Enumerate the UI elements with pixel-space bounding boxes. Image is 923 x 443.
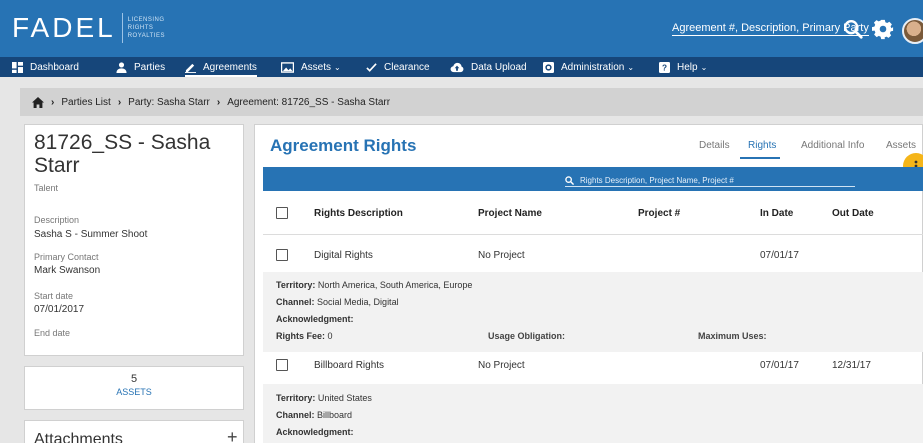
fadel-logo[interactable]: FADEL LICENSING RIGHTS ROYALTIES [12,12,165,44]
nav-administration[interactable]: Administration ⌄ [543,57,634,77]
chevron-down-icon: ⌄ [334,62,341,72]
acknowledgment-line: Acknowledgment: [276,314,354,324]
col-out-date[interactable]: Out Date [832,208,874,219]
active-tab-indicator [740,157,780,159]
page-title: 81726_SS - Sasha Starr [34,131,211,177]
table-cell-in-date: 07/01/17 [760,360,799,371]
search-icon[interactable] [842,18,864,40]
col-project-number[interactable]: Project # [638,208,680,219]
main-nav: Dashboard Parties Agreements Assets ⌄ Cl… [0,57,923,77]
start-date-label: Start date [34,291,74,301]
logo-tagline: LICENSING RIGHTS ROYALTIES [127,17,165,39]
header-search-input[interactable]: Agreement #, Description, Primary Party [672,22,869,36]
nav-dashboard[interactable]: Dashboard [12,57,79,77]
tab-additional-info[interactable]: Additional Info [801,140,864,151]
chevron-down-icon: ⌄ [700,62,708,72]
description-label: Description [34,215,80,225]
channel-line: Channel: Social Media, Digital [276,297,399,307]
nav-clearance-label: Clearance [384,61,430,73]
nav-agreements[interactable]: Agreements [185,57,257,77]
nav-dashboard-label: Dashboard [30,61,79,73]
add-attachment-button[interactable]: + [227,427,238,443]
person-icon [116,61,127,73]
user-avatar[interactable] [902,18,923,44]
nav-help-label: Help [677,61,698,73]
maximum-uses-label: Maximum Uses: [698,331,767,341]
contact-label: Primary Contact [34,252,99,262]
description-value: Sasha S - Summer Shoot [34,229,148,240]
home-icon[interactable] [32,96,44,108]
table-cell-project: No Project [478,250,525,261]
rights-search-placeholder: Rights Description, Project Name, Projec… [580,175,734,185]
acknowledgment-line: Acknowledgment: [276,427,354,437]
gear-icon[interactable] [872,18,894,40]
select-all-checkbox[interactable] [276,207,288,219]
admin-gear-icon [543,61,554,73]
start-date-value: 07/01/2017 [34,304,85,315]
svg-text:?: ? [662,63,667,72]
rights-title: Agreement Rights [270,136,417,155]
logo-wordmark: FADEL [12,12,116,43]
nav-assets-label: Assets [301,61,332,73]
col-project-name[interactable]: Project Name [478,208,542,219]
nav-clearance[interactable]: Clearance [366,57,430,77]
table-cell-description[interactable]: Digital Rights [314,250,373,261]
tab-details[interactable]: Details [699,140,730,151]
usage-obligation-label: Usage Obligation: [488,331,566,341]
col-rights-description[interactable]: Rights Description [314,208,403,219]
row-checkbox[interactable] [276,249,288,261]
territory-line: Territory: North America, South America,… [276,280,473,290]
dashboard-icon [12,61,23,73]
top-header: FADEL LICENSING RIGHTS ROYALTIES Agreeme… [0,0,923,57]
pen-icon [185,63,196,73]
territory-line: Territory: United States [276,393,372,403]
breadcrumb-separator: › [216,96,221,108]
breadcrumb-parties-list[interactable]: Parties List [61,97,110,108]
table-cell-out-date: 12/31/17 [832,360,871,371]
breadcrumb: › Parties List › Party: Sasha Starr › Ag… [20,88,923,116]
breadcrumb-agreement: Agreement: 81726_SS - Sasha Starr [227,96,391,108]
rights-fee-line: Rights Fee: 0 [276,331,333,341]
nav-administration-label: Administration [561,61,625,73]
contact-value: Mark Swanson [34,265,101,276]
table-cell-description[interactable]: Billboard Rights [314,360,384,371]
col-in-date[interactable]: In Date [760,208,793,219]
end-date-label: End date [34,328,71,338]
breadcrumb-separator: › [117,96,122,108]
chevron-down-icon: ⌄ [627,62,635,72]
help-icon: ? [659,61,670,73]
channel-line: Channel: Billboard [276,410,353,420]
table-cell-in-date: 07/01/17 [760,250,799,261]
logo-divider [121,13,123,43]
divider [263,234,923,235]
nav-parties[interactable]: Parties [116,57,165,77]
nav-data-upload[interactable]: Data Upload [450,57,527,77]
rights-search-input[interactable]: Rights Description, Project Name, Projec… [565,174,855,187]
attachments-title: Attachments [34,431,123,443]
assets-link[interactable]: ASSETS [24,387,244,397]
tab-assets[interactable]: Assets [886,140,916,151]
check-icon [366,62,377,72]
breadcrumb-separator: › [51,96,55,108]
image-icon [281,61,294,73]
nav-parties-label: Parties [134,61,166,73]
cloud-upload-icon [450,62,464,72]
nav-agreements-label: Agreements [203,61,257,73]
nav-help[interactable]: ? Help ⌄ [659,57,707,77]
nav-data-upload-label: Data Upload [471,61,527,73]
breadcrumb-party[interactable]: Party: Sasha Starr [128,97,210,108]
tab-rights[interactable]: Rights [748,140,776,151]
row-checkbox[interactable] [276,359,288,371]
assets-count: 5 [130,373,138,385]
table-cell-project: No Project [478,360,525,371]
search-icon [565,175,574,185]
nav-assets[interactable]: Assets ⌄ [281,57,341,77]
party-type: Talent [34,183,59,193]
